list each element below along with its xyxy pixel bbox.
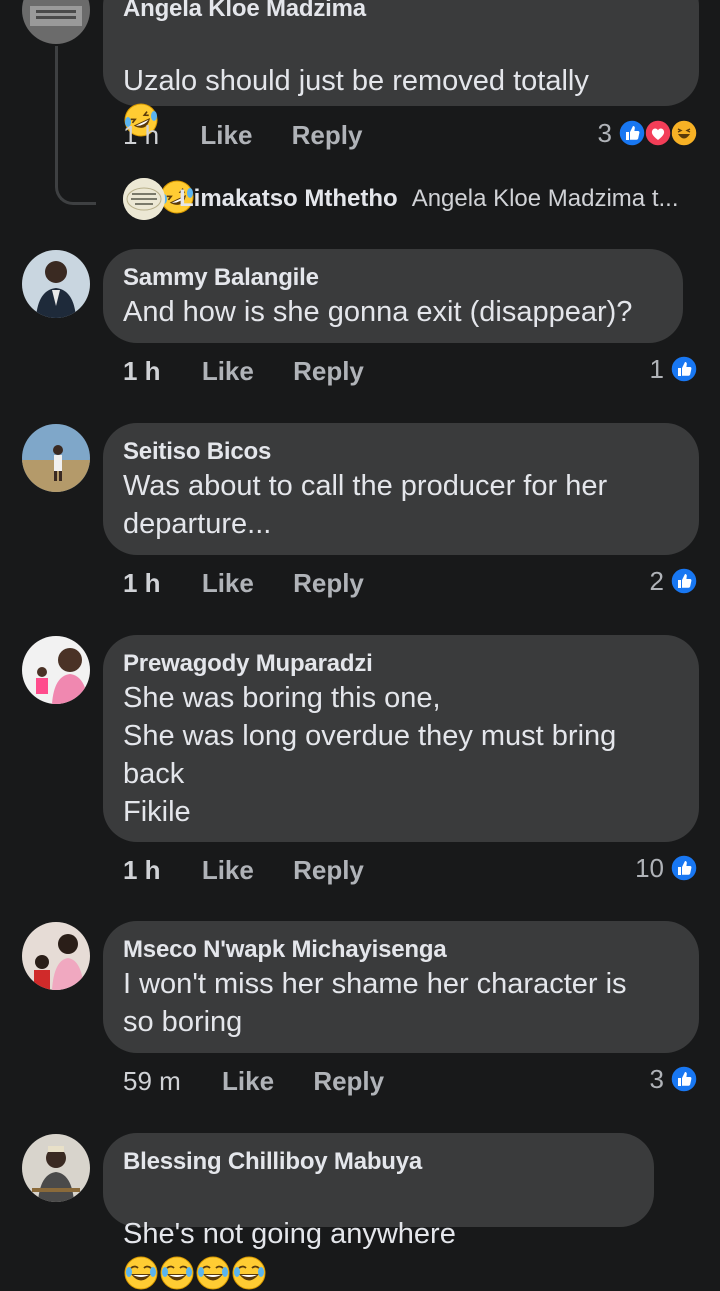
like-button[interactable]: Like xyxy=(200,120,252,150)
comment-bubble: Prewagody Muparadzi She was boring this … xyxy=(103,635,699,842)
comment-author[interactable]: Blessing Chilliboy Mabuya xyxy=(123,1147,634,1177)
reaction-summary[interactable]: 1 xyxy=(650,354,698,384)
reaction-count: 3 xyxy=(597,118,612,148)
joy-emoji-icon xyxy=(159,1255,195,1291)
comment-bubble: Mseco N'wapk Michayisenga I won't miss h… xyxy=(103,921,699,1053)
comment-bubble: Blessing Chilliboy Mabuya She's not goin… xyxy=(103,1133,654,1290)
comment-time[interactable]: 1 h xyxy=(123,568,161,598)
haha-reaction-icon xyxy=(670,119,698,147)
comment-text: She was boring this one, She was long ov… xyxy=(123,682,617,828)
comment-author[interactable]: Seitiso Bicos xyxy=(123,437,679,467)
reaction-summary[interactable]: 3 xyxy=(650,1064,698,1094)
comment-actions: 1 h Like Reply xyxy=(123,855,396,885)
comment-actions: 1 h Like Reply xyxy=(123,120,394,150)
reply-button[interactable]: Reply xyxy=(293,855,364,885)
like-reaction-icon xyxy=(670,1065,698,1093)
avatar[interactable] xyxy=(22,1134,90,1202)
reply-text: Angela Kloe Madzima t... xyxy=(411,185,679,212)
comment-text: And how is she gonna exit (disappear)? xyxy=(123,296,633,328)
comment-time[interactable]: 1 h xyxy=(123,120,159,150)
thread-line xyxy=(55,46,58,182)
avatar[interactable] xyxy=(22,250,90,318)
like-button[interactable]: Like xyxy=(202,356,254,386)
like-reaction-icon xyxy=(618,119,646,147)
reply-preview[interactable]: Limakatso Mthetho Angela Kloe Madzima t.… xyxy=(123,178,679,220)
comment-author[interactable]: Sammy Balangile xyxy=(123,263,663,293)
comment-author[interactable]: Angela Kloe Madzima xyxy=(123,0,679,24)
comment-actions: 59 m Like Reply xyxy=(123,1066,416,1096)
like-button[interactable]: Like xyxy=(222,1066,274,1096)
avatar[interactable] xyxy=(22,636,90,704)
joy-emoji-icon xyxy=(195,1255,231,1291)
joy-emoji-icon xyxy=(123,1255,159,1291)
comment-author[interactable]: Mseco N'wapk Michayisenga xyxy=(123,935,679,965)
reaction-count: 3 xyxy=(649,1064,664,1094)
comment-bubble: Seitiso Bicos Was about to call the prod… xyxy=(103,423,699,555)
reply-button[interactable]: Reply xyxy=(293,356,364,386)
comment-text: Was about to call the producer for her d… xyxy=(123,470,608,540)
thread-curve xyxy=(55,182,96,205)
avatar[interactable] xyxy=(22,424,90,492)
reply-author[interactable]: Limakatso Mthetho xyxy=(179,185,398,213)
comment-time[interactable]: 1 h xyxy=(123,356,161,386)
reaction-summary[interactable]: 10 xyxy=(635,853,698,883)
comment-text: I won't miss her shame her character is … xyxy=(123,968,627,1038)
like-button[interactable]: Like xyxy=(202,855,254,885)
reply-button[interactable]: Reply xyxy=(292,120,363,150)
comment-bubble: Angela Kloe Madzima Uzalo should just be… xyxy=(103,0,699,214)
joy-emoji-icon xyxy=(231,1255,267,1291)
like-reaction-icon xyxy=(670,355,698,383)
reply-avatar xyxy=(123,178,165,220)
love-reaction-icon xyxy=(644,119,672,147)
like-reaction-icon xyxy=(670,854,698,882)
comment-actions: 1 h Like Reply xyxy=(123,356,396,386)
reply-button[interactable]: Reply xyxy=(293,568,364,598)
like-button[interactable]: Like xyxy=(202,568,254,598)
reaction-summary[interactable]: 2 xyxy=(650,566,698,596)
reply-button[interactable]: Reply xyxy=(313,1066,384,1096)
comment-text-body: Uzalo should just be removed totally xyxy=(123,65,589,97)
comment-actions: 1 h Like Reply xyxy=(123,568,396,598)
reaction-count: 2 xyxy=(649,566,664,596)
reaction-count: 1 xyxy=(649,354,664,384)
comment-text-body: She's not going anywhere xyxy=(123,1218,456,1250)
comment-bubble: Sammy Balangile And how is she gonna exi… xyxy=(103,249,683,343)
like-reaction-icon xyxy=(670,567,698,595)
avatar[interactable] xyxy=(22,0,90,44)
comment-time[interactable]: 1 h xyxy=(123,855,161,885)
comment-author[interactable]: Prewagody Muparadzi xyxy=(123,649,679,679)
comment-text: She's not going anywhere xyxy=(123,1177,634,1291)
comment-time[interactable]: 59 m xyxy=(123,1066,181,1096)
reaction-summary[interactable]: 3 xyxy=(598,118,698,148)
reaction-count: 10 xyxy=(635,853,664,883)
avatar[interactable] xyxy=(22,922,90,990)
